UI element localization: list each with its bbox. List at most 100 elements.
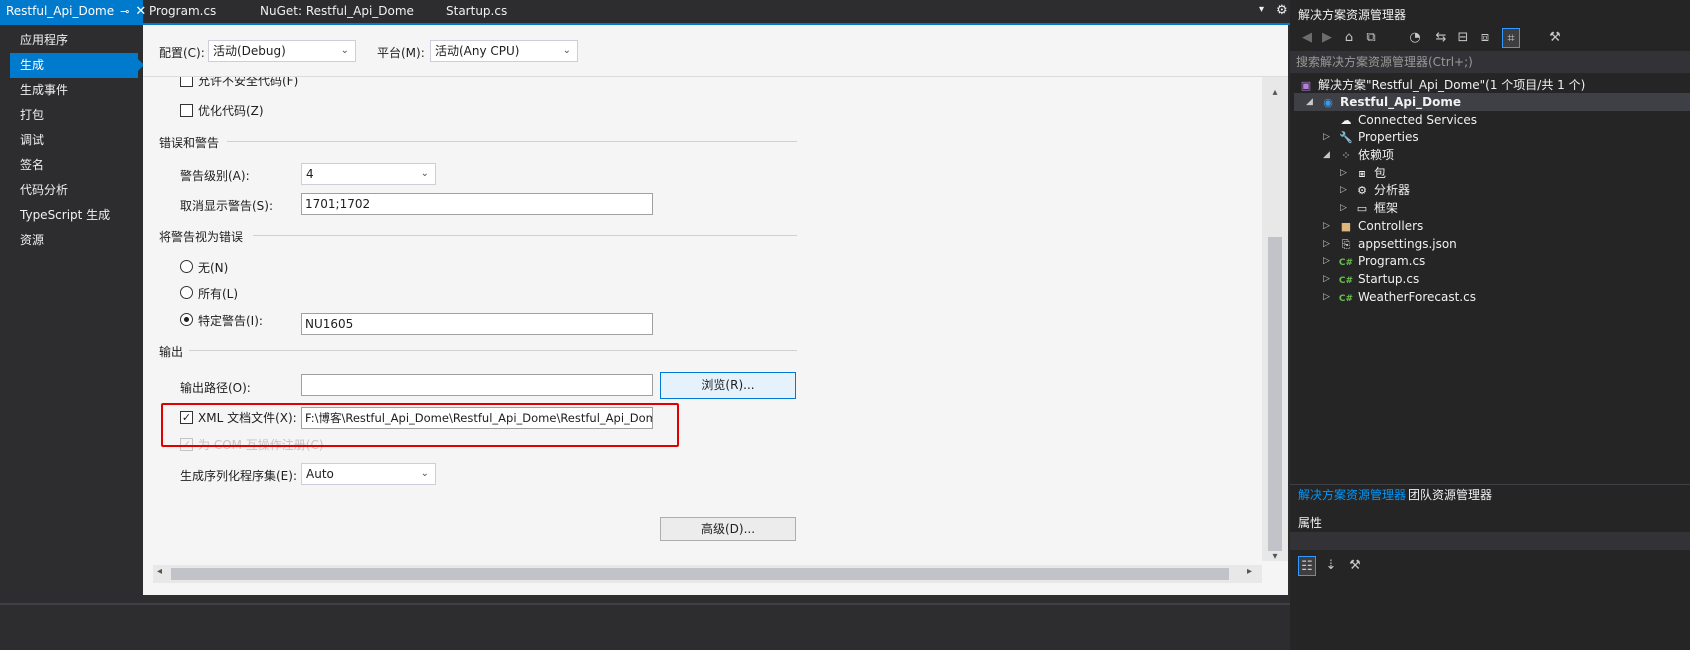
tab-dropdown-icon[interactable]: ▾: [1259, 4, 1271, 20]
warning-level-dropdown[interactable]: 4 ⌄: [301, 163, 436, 185]
nav-item-debug[interactable]: 调试: [10, 128, 138, 153]
tree-weatherforecast-cs[interactable]: C# WeatherForecast.cs: [1338, 288, 1476, 306]
tree-dependencies[interactable]: ⁘ 依赖项: [1338, 146, 1394, 164]
nav-item-code-analysis[interactable]: 代码分析: [10, 178, 138, 203]
specific-warnings-input[interactable]: NU1605: [301, 313, 653, 335]
output-path-label: 输出路径(O):: [180, 381, 251, 395]
home-icon[interactable]: ⌂: [1340, 28, 1358, 48]
collapsed-icon[interactable]: ▷: [1340, 185, 1347, 195]
allow-unsafe-checkbox[interactable]: [180, 77, 193, 87]
wrench-icon[interactable]: ⚒: [1346, 556, 1364, 576]
properties-wrench-icon[interactable]: ⚒: [1546, 28, 1564, 48]
tree-controllers[interactable]: ■ Controllers: [1338, 217, 1423, 235]
nav-item-label: 生成事件: [20, 83, 69, 97]
pending-changes-icon[interactable]: ◔: [1406, 28, 1424, 48]
categorized-icon[interactable]: ☷: [1298, 556, 1316, 576]
back-icon[interactable]: ◀: [1298, 28, 1316, 48]
nav-item-signing[interactable]: 签名: [10, 153, 138, 178]
nav-item-build-events[interactable]: 生成事件: [10, 78, 138, 103]
treat-specific-radio[interactable]: [180, 313, 193, 326]
warning-level-label: 警告级别(A):: [180, 169, 250, 183]
serialization-dropdown[interactable]: Auto ⌄: [301, 463, 436, 485]
tree-properties[interactable]: 🔧 Properties: [1338, 128, 1419, 146]
platform-value: 活动(Any CPU): [435, 44, 520, 58]
sync-icon[interactable]: ⇆: [1432, 28, 1450, 48]
section-treat-warnings: 将警告视为错误: [159, 230, 244, 244]
scroll-down-icon[interactable]: ▾: [1262, 551, 1288, 562]
expanded-icon[interactable]: ◢: [1306, 97, 1313, 107]
platform-dropdown[interactable]: 活动(Any CPU) ⌄: [430, 40, 578, 62]
tree-label: Connected Services: [1358, 113, 1478, 127]
config-label: 配置(C):: [159, 46, 205, 60]
optimize-code-label: 优化代码(Z): [198, 104, 264, 118]
settings-scroll-area[interactable]: 允许不安全代码(F) 优化代码(Z) 错误和警告 警告级别(A): 4 ⌄ 取消…: [143, 77, 1288, 595]
collapsed-icon[interactable]: ▷: [1323, 256, 1330, 266]
tree-analyzers[interactable]: ⚙ 分析器: [1354, 181, 1410, 199]
treat-none-radio[interactable]: [180, 260, 193, 273]
gear-icon[interactable]: ⚙: [1276, 3, 1290, 19]
alphabetical-icon[interactable]: ⇣: [1322, 556, 1340, 576]
scroll-up-icon[interactable]: ▴: [1262, 87, 1288, 98]
collapsed-icon[interactable]: ▷: [1340, 168, 1347, 178]
pin-icon[interactable]: ⊸: [120, 0, 129, 23]
forward-icon[interactable]: ▶: [1318, 28, 1336, 48]
properties-title: 属性: [1298, 516, 1323, 530]
framework-icon: ▭: [1356, 202, 1368, 215]
scroll-right-icon[interactable]: ▸: [1247, 566, 1252, 577]
treat-all-radio[interactable]: [180, 286, 193, 299]
search-input[interactable]: 搜索解决方案资源管理器(Ctrl+;): [1296, 52, 1684, 72]
tree-label: 解决方案"Restful_Api_Dome"(1 个项目/共 1 个): [1318, 78, 1586, 92]
scroll-thumb[interactable]: [171, 568, 1229, 580]
suppress-warnings-input[interactable]: 1701;1702: [301, 193, 653, 215]
treat-all-label: 所有(L): [198, 287, 239, 301]
tree-label: WeatherForecast.cs: [1358, 290, 1476, 304]
section-divider: [189, 350, 797, 351]
tree-appsettings[interactable]: ⎘ appsettings.json: [1338, 235, 1457, 253]
tab-solution-explorer[interactable]: 解决方案资源管理器: [1294, 485, 1411, 505]
tab-restful-api-dome[interactable]: Restful_Api_Dome ⊸ ✕: [0, 0, 146, 23]
nav-item-application[interactable]: 应用程序: [10, 28, 138, 53]
collapse-all-icon[interactable]: ⊟: [1454, 28, 1472, 48]
tree-connected-services[interactable]: ☁ Connected Services: [1338, 111, 1478, 129]
collapsed-icon[interactable]: ▷: [1323, 221, 1330, 231]
scroll-thumb[interactable]: [1268, 237, 1282, 551]
tab-team-explorer[interactable]: 团队资源管理器: [1404, 485, 1496, 505]
collapsed-icon[interactable]: ▷: [1323, 239, 1330, 249]
expanded-icon[interactable]: ◢: [1323, 150, 1330, 160]
tree-solution[interactable]: ▣ 解决方案"Restful_Api_Dome"(1 个项目/共 1 个): [1298, 76, 1585, 94]
optimize-code-checkbox[interactable]: [180, 104, 193, 117]
advanced-button[interactable]: 高级(D)...: [660, 517, 796, 541]
tree-project[interactable]: ◉ Restful_Api_Dome: [1320, 93, 1461, 111]
nav-item-build[interactable]: 生成: [10, 53, 144, 78]
tree-frameworks[interactable]: ▭ 框架: [1354, 199, 1398, 217]
browse-button[interactable]: 浏览(R)...: [660, 372, 796, 399]
vertical-scrollbar[interactable]: ▴ ▾: [1262, 77, 1288, 562]
collapsed-icon[interactable]: ▷: [1323, 274, 1330, 284]
nav-item-resources[interactable]: 资源: [10, 228, 138, 253]
tree-label: 分析器: [1374, 183, 1411, 197]
collapsed-icon[interactable]: ▷: [1340, 203, 1347, 213]
switch-views-icon[interactable]: ⧉: [1362, 28, 1380, 48]
tab-program-cs[interactable]: Program.cs: [143, 0, 253, 23]
tab-nuget[interactable]: NuGet: Restful_Api_Dome: [254, 0, 434, 23]
scroll-left-icon[interactable]: ◂: [157, 566, 162, 577]
chevron-down-icon: ⌄: [420, 468, 429, 479]
output-path-input[interactable]: [301, 374, 653, 396]
nav-item-typescript-build[interactable]: TypeScript 生成: [10, 203, 138, 228]
tree-program-cs[interactable]: C# Program.cs: [1338, 252, 1425, 270]
treat-specific-label: 特定警告(I):: [198, 314, 263, 328]
chevron-down-icon: ⌄: [420, 168, 429, 179]
nav-item-package[interactable]: 打包: [10, 103, 138, 128]
horizontal-scrollbar[interactable]: ◂ ▸: [153, 565, 1262, 583]
show-all-files-icon[interactable]: ⧈: [1476, 28, 1494, 48]
serialization-label: 生成序列化程序集(E):: [180, 469, 297, 483]
collapsed-icon[interactable]: ▷: [1323, 132, 1330, 142]
config-value: 活动(Debug): [213, 44, 286, 58]
collapsed-icon[interactable]: ▷: [1323, 292, 1330, 302]
preview-selected-icon[interactable]: ⌗: [1502, 28, 1520, 48]
tree-startup-cs[interactable]: C# Startup.cs: [1338, 270, 1419, 288]
properties-object-selector[interactable]: [1290, 532, 1690, 550]
config-dropdown[interactable]: 活动(Debug) ⌄: [208, 40, 356, 62]
tab-startup-cs[interactable]: Startup.cs: [440, 0, 540, 23]
tree-packages[interactable]: ⧆ 包: [1354, 164, 1387, 182]
